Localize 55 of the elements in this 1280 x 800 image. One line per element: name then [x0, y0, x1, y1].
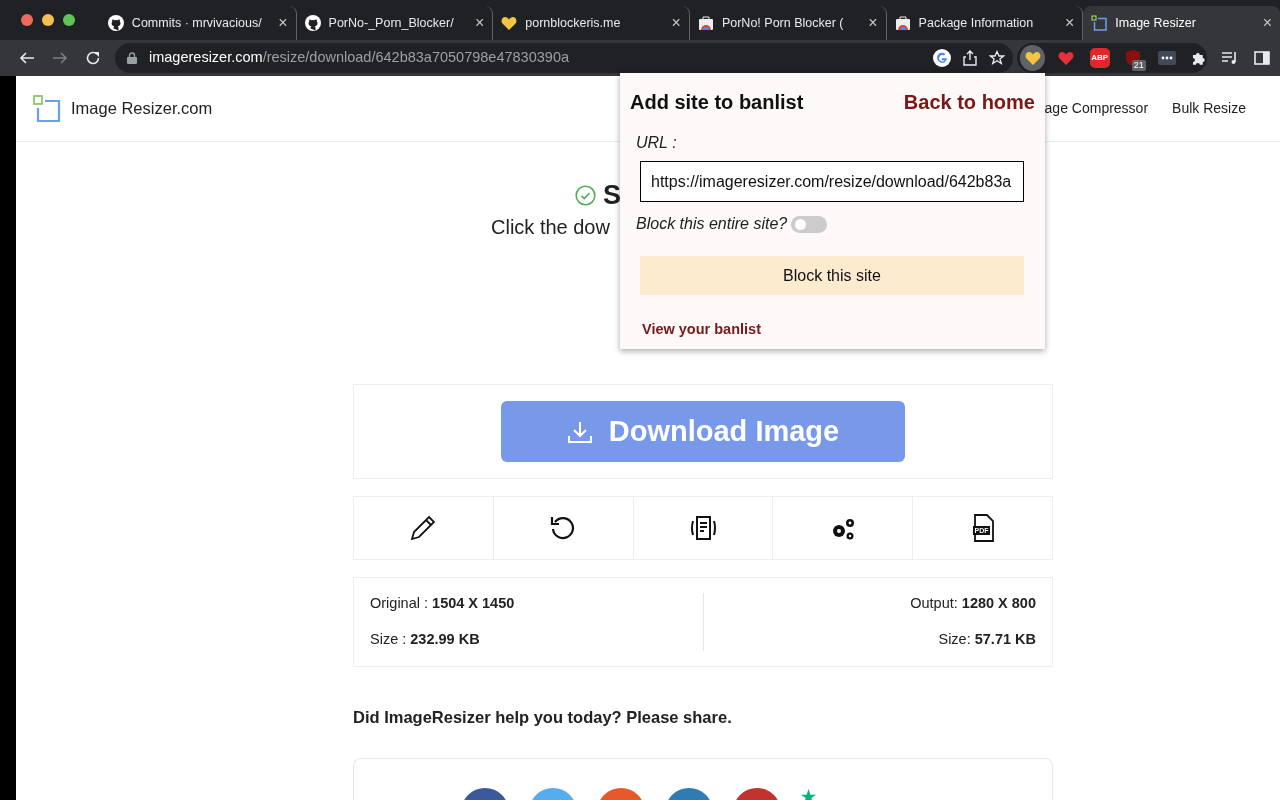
- shopping-bag-icon: [894, 15, 911, 31]
- share-heading: Did ImageResizer help you today? Please share.: [353, 707, 733, 728]
- back-link[interactable]: Back to home: [903, 87, 1035, 117]
- browser-tab[interactable]: Image Resizer ×: [1083, 6, 1280, 40]
- download-icon: [566, 419, 593, 444]
- close-icon[interactable]: ×: [671, 15, 681, 31]
- info-text: Size : 232.99 KB: [370, 630, 481, 649]
- star-icon[interactable]: [801, 788, 816, 800]
- nav-link[interactable]: Bulk Resize: [1172, 98, 1246, 119]
- url-label: URL :: [636, 133, 678, 153]
- page-subtitle: Click the dow: [491, 215, 610, 240]
- close-icon[interactable]: ×: [278, 15, 288, 31]
- resize-logo-icon[interactable]: [33, 94, 61, 123]
- extension-button[interactable]: [1020, 45, 1046, 71]
- forward-arrow-icon[interactable]: [51, 50, 68, 66]
- document-icon: [688, 513, 718, 543]
- close-icon[interactable]: ×: [1064, 15, 1075, 31]
- heart-icon[interactable]: [1057, 50, 1076, 66]
- github-icon: [304, 15, 321, 31]
- page-title: S: [603, 178, 621, 212]
- side-panel-icon[interactable]: [1254, 50, 1270, 66]
- minimize-window-button[interactable]: [42, 14, 54, 26]
- share-icon[interactable]: [963, 50, 977, 66]
- brand-name[interactable]: Image Resizer.com: [71, 96, 213, 121]
- dots-icon[interactable]: [1157, 51, 1176, 65]
- heart-icon: [501, 15, 518, 31]
- info-text: Size: 57.71 KB: [937, 630, 1036, 649]
- nav-link[interactable]: age Compressor: [1044, 98, 1149, 119]
- banlist-link[interactable]: View your banlist: [642, 319, 761, 341]
- close-icon[interactable]: ×: [1262, 15, 1272, 31]
- toggle-label: Block this entire site?: [636, 214, 788, 234]
- popup-title: Add site to banlist: [630, 90, 804, 115]
- maximize-window-button[interactable]: [63, 14, 75, 26]
- close-icon[interactable]: ×: [868, 15, 878, 31]
- github-icon: [107, 15, 124, 31]
- check-circle-icon: [575, 184, 596, 206]
- playlist-icon[interactable]: [1221, 50, 1239, 66]
- close-icon[interactable]: ×: [474, 15, 485, 31]
- extension-button[interactable]: 21: [1120, 45, 1146, 71]
- close-window-button[interactable]: [21, 14, 33, 26]
- heart-icon[interactable]: [1023, 50, 1042, 66]
- url-field[interactable]: https://imageresizer.com/resize/download/642b83a: [640, 161, 1024, 202]
- block-button[interactable]: Block this site: [640, 256, 1024, 295]
- shopping-bag-icon: [697, 15, 714, 31]
- info-text: Original : 1504 X 1450: [370, 594, 516, 614]
- google-icon[interactable]: [933, 49, 951, 67]
- star-icon[interactable]: [989, 50, 1005, 66]
- lock-icon: [127, 52, 137, 64]
- puzzle-icon[interactable]: [1191, 50, 1207, 66]
- reload-icon[interactable]: [84, 50, 101, 66]
- badge-count: 21: [1131, 60, 1146, 71]
- back-arrow-icon[interactable]: [18, 50, 35, 66]
- info-text: Output: 1280 X 800: [909, 594, 1036, 614]
- toggle-switch[interactable]: [791, 215, 828, 233]
- resize-logo-icon: [1091, 15, 1108, 31]
